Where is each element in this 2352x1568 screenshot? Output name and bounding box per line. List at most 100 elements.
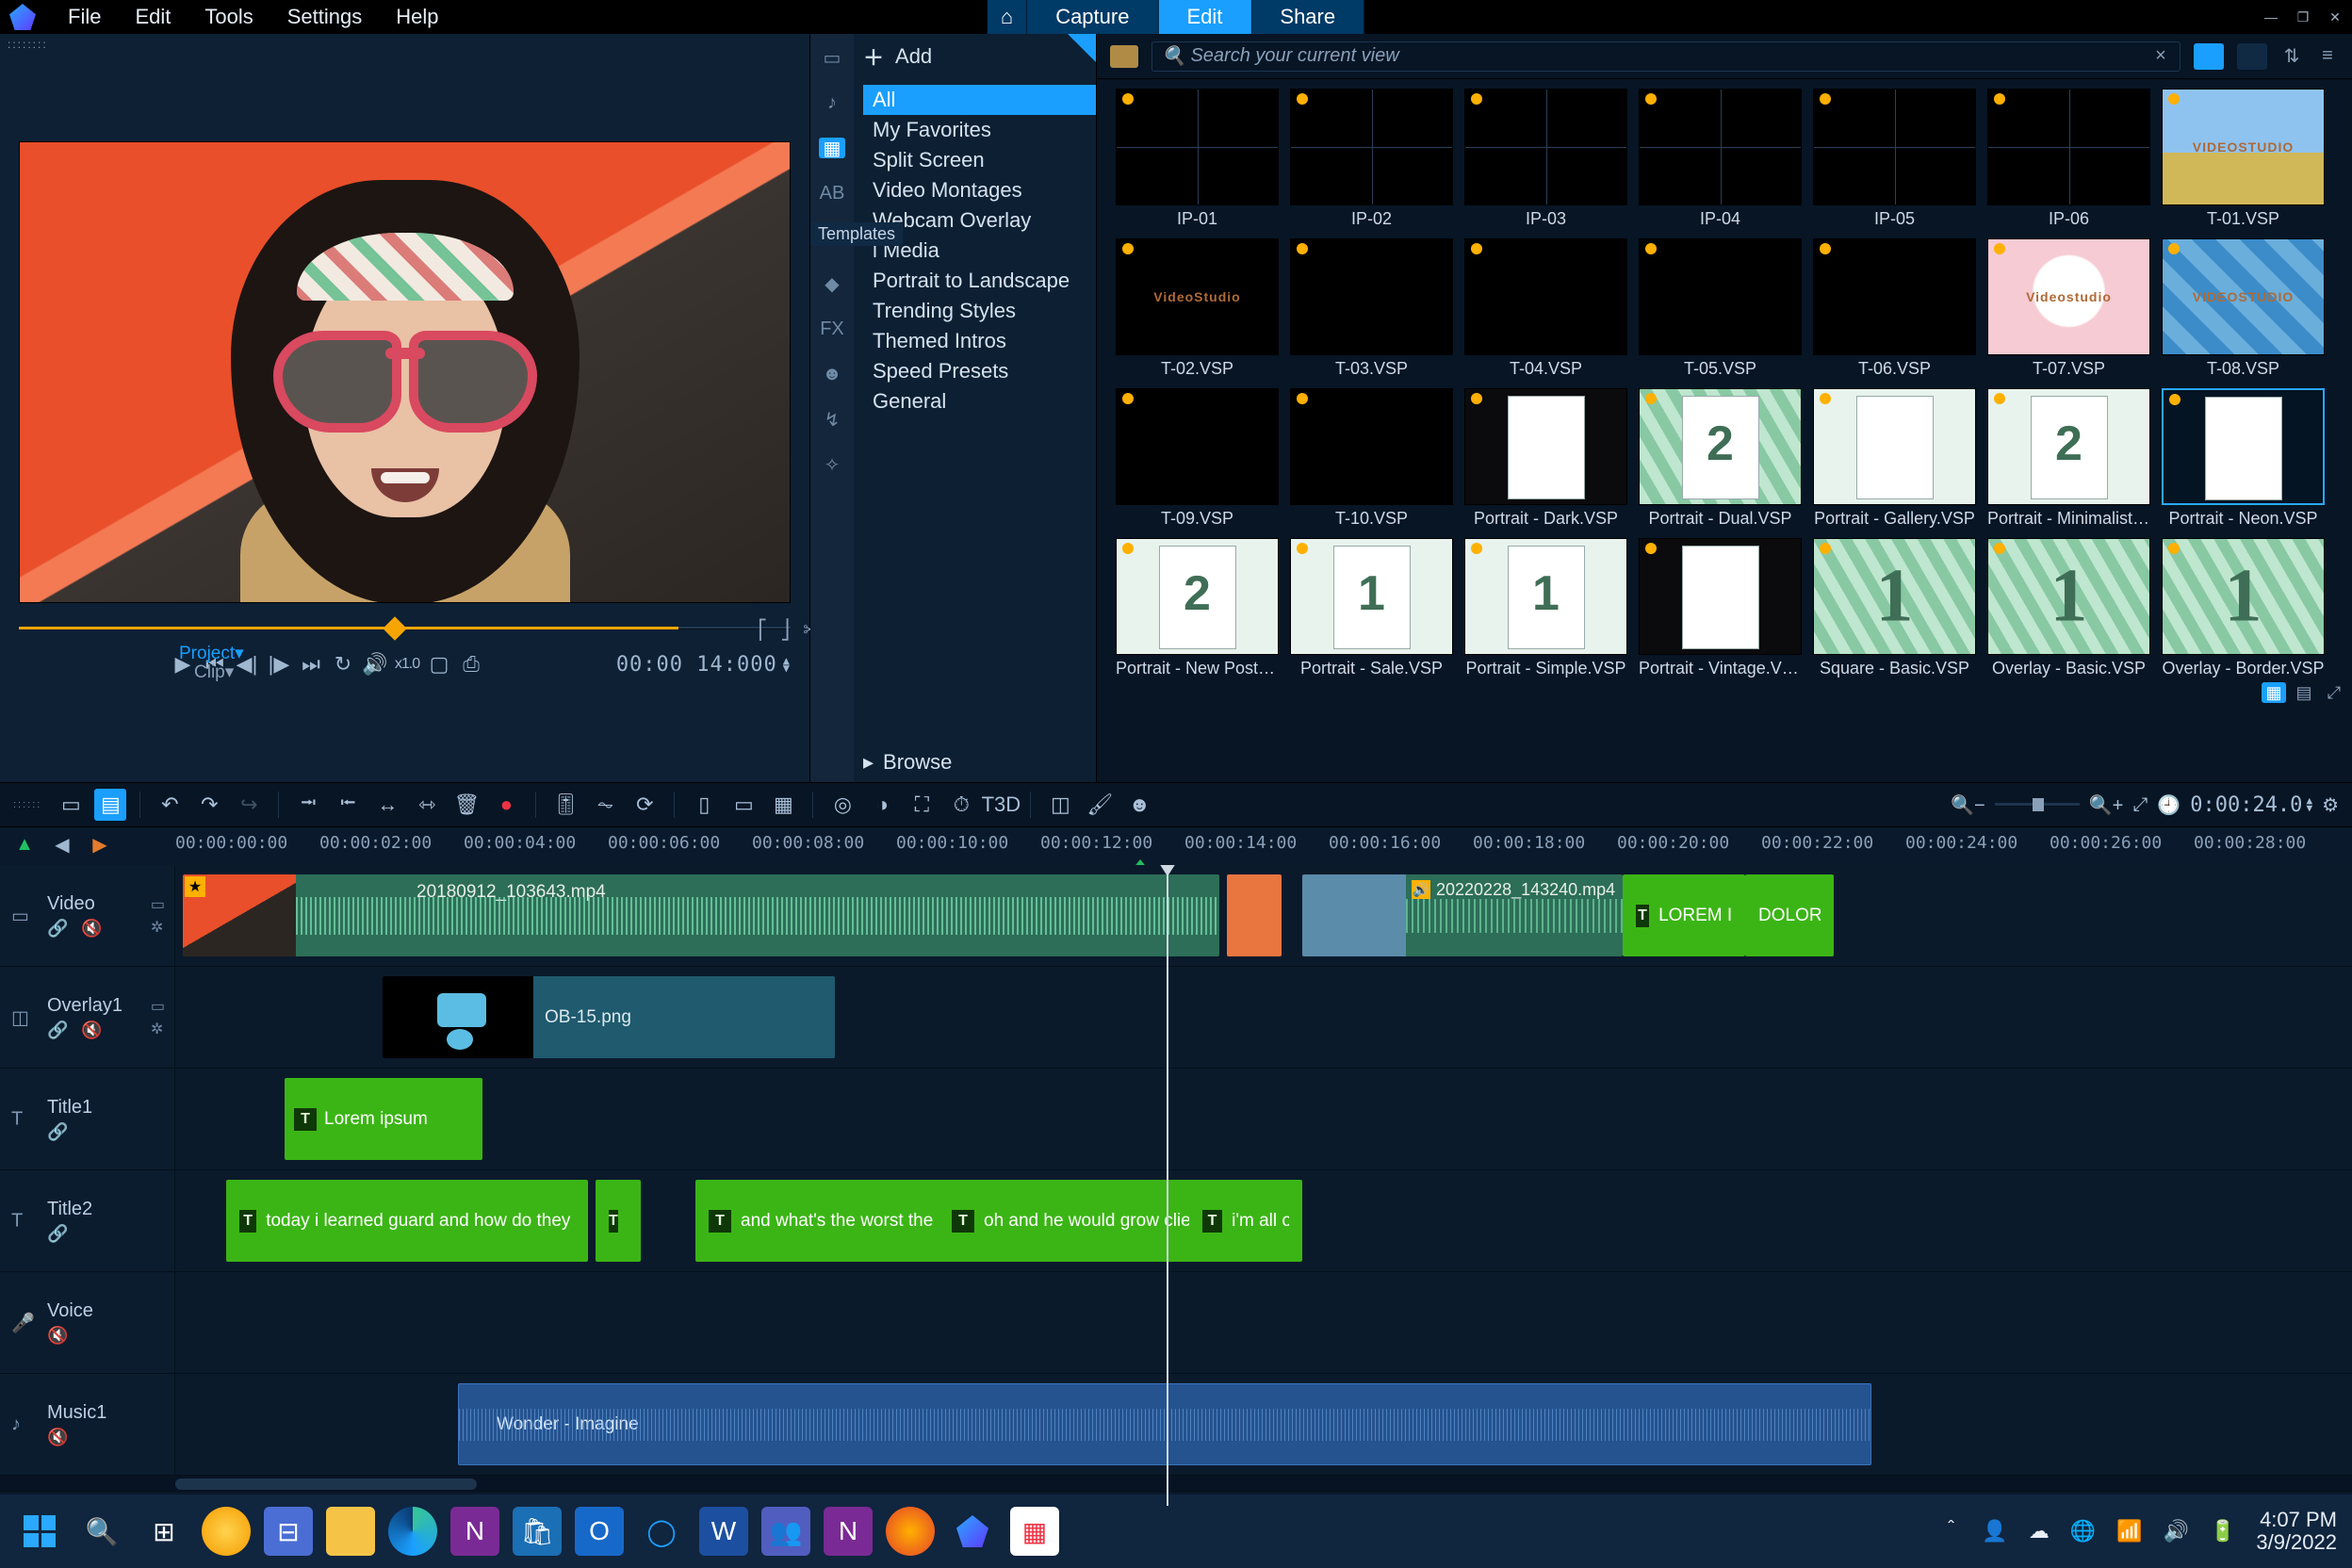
sidetab-audio-icon[interactable]: ♪ [819,92,845,113]
timeline-playhead[interactable] [1167,865,1168,1506]
library-item[interactable]: IP-06 [1987,89,2150,229]
taskbar-edge[interactable] [388,1507,437,1556]
view-list-button[interactable] [2237,43,2267,70]
category-item[interactable]: My Favorites [863,115,1096,145]
tray-volume-icon[interactable]: 🔊 [2164,1519,2189,1544]
lib-footer-expand[interactable]: ⤢ [2322,682,2346,703]
clip-overlay[interactable]: OB-15.png [383,976,835,1058]
snapshot-button[interactable]: ⎙ [456,650,486,678]
library-item[interactable]: Portrait - Dark.VSP [1464,388,1627,529]
category-item[interactable]: Video Montages [863,175,1096,205]
ruler-next-marker[interactable]: ▶ [89,833,111,856]
library-item[interactable]: 1Portrait - Sale.VSP [1290,538,1453,678]
library-item[interactable]: T-03.VSP [1290,238,1453,379]
clip-title1[interactable]: TLorem ipsum [285,1078,482,1160]
window-close[interactable]: ✕ [2324,8,2346,26]
sidetab-templates-icon[interactable]: ▦ [819,138,845,158]
zoom-slider[interactable] [1995,803,2080,807]
tool-storyboard[interactable]: ▭ [55,789,87,821]
tool-subtitle[interactable]: ▭ [727,789,760,821]
track-lock-icon[interactable]: ▭ [151,895,165,914]
library-item[interactable]: 1Overlay - Basic.VSP [1987,538,2150,678]
category-item[interactable]: Split Screen [863,145,1096,175]
sidetab-face-icon[interactable]: ☻ [819,364,845,384]
sidetab-fx-icon[interactable]: FX [819,318,845,339]
tool-autonorm[interactable]: ⏦ [589,789,621,821]
sort-button[interactable]: ⇅ [2280,44,2303,68]
library-item[interactable]: IP-05 [1813,89,1976,229]
loop-button[interactable]: ↻ [328,650,358,678]
clip-video-1[interactable]: ★ 20180912_103643.mp4 [183,874,1219,956]
mode-clip[interactable]: Clip▾ [194,662,234,683]
taskbar-word[interactable]: W [699,1507,748,1556]
taskbar-firefox[interactable] [886,1507,935,1556]
menu-help[interactable]: Help [396,5,438,29]
tool-face-fx[interactable]: ☻ [1123,789,1155,821]
library-item[interactable]: IP-02 [1290,89,1453,229]
tray-clock[interactable]: 4:07 PM 3/9/2022 [2256,1509,2337,1554]
view-grid-button[interactable] [2194,43,2224,70]
menu-tools[interactable]: Tools [204,5,253,29]
tool-motion[interactable]: ⟳ [629,789,661,821]
sidetab-transitions-icon[interactable]: AB [819,183,845,204]
tool-split-screen[interactable]: ◫ [1044,789,1076,821]
duration-stepper[interactable]: ▲▼ [2306,797,2312,812]
library-item[interactable]: 2Portrait - Dual.VSP [1639,388,1802,529]
tool-markin[interactable]: ⭲ [292,789,324,821]
lib-footer-grid[interactable]: ▦ [2262,682,2286,703]
library-item[interactable]: T-09.VSP [1116,388,1279,529]
tray-wifi-icon[interactable]: 📶 [2116,1519,2142,1544]
hd-button[interactable]: ▢ [424,650,454,678]
library-item[interactable]: VIDEOSTUDIOT-01.VSP [2162,89,2325,229]
clip-title2-a[interactable]: Ttoday i learned guard and how do they m… [226,1180,588,1262]
taskbar-store[interactable]: 🛍 [513,1507,562,1556]
library-item[interactable]: 1Square - Basic.VSP [1813,538,1976,678]
clip-title-lorem[interactable]: TLOREM IPSUM [1623,874,1745,956]
tool-mixer[interactable]: 🎚 [549,789,581,821]
tc-stepper[interactable]: ▲▼ [783,657,791,672]
taskbar-cortana[interactable]: ◯ [637,1507,686,1556]
library-item[interactable]: Portrait - Neon.VSP [2162,388,2325,529]
mute-button[interactable]: 🔊 [360,650,390,678]
ruler-add-marker[interactable]: ▲ [13,833,36,856]
clear-search-icon[interactable]: × [2151,45,2170,67]
library-item[interactable]: Portrait - Gallery.VSP [1813,388,1976,529]
zoom-in-icon[interactable]: 🔍+ [2089,793,2124,817]
tool-undo[interactable]: ↶ [154,789,186,821]
panel-grip[interactable]: :::::::: [0,34,809,57]
taskbar-onenote2[interactable]: N [824,1507,873,1556]
window-minimize[interactable]: — [2260,8,2282,26]
clip-title2-b[interactable]: Ti [596,1180,641,1262]
tool-delete[interactable]: 🗑 [450,789,482,821]
tool-painting[interactable]: 🖌 [1084,789,1116,821]
taskbar-search[interactable]: 🔍 [77,1507,126,1556]
toolstrip-settings-icon[interactable]: ⚙ [2322,793,2339,817]
track-mute-icon[interactable]: 🔇 [81,919,102,939]
tray-onedrive-icon[interactable]: ☁ [2029,1519,2050,1544]
tab-capture[interactable]: Capture [1027,0,1158,34]
library-search[interactable]: 🔍 Search your current view × [1152,41,2180,72]
clip-color-fill[interactable] [1227,874,1282,956]
zoom-out-icon[interactable]: 🔍− [1951,793,1985,817]
library-item[interactable]: VideostudioT-07.VSP [1987,238,2150,379]
menu-edit[interactable]: Edit [135,5,171,29]
tab-home[interactable]: ⌂ [988,0,1027,34]
tool-time-remap[interactable]: ⏱ [945,789,977,821]
playback-speed[interactable]: x1.0 [392,650,422,678]
category-item[interactable]: Trending Styles [863,296,1096,326]
toolstrip-grip[interactable]: :::::: [13,799,41,810]
menu-settings[interactable]: Settings [287,5,363,29]
category-item[interactable]: Speed Presets [863,356,1096,386]
mark-in-icon[interactable]: ⎡ [758,618,767,642]
sidetab-media-icon[interactable]: ▭ [819,47,845,68]
sidetab-graphics-icon[interactable]: ◆ [819,273,845,294]
import-folder-icon[interactable] [1110,45,1138,68]
fit-timeline-icon[interactable]: ⤢ [2132,794,2148,816]
library-item[interactable]: IP-01 [1116,89,1279,229]
clip-title2-e[interactable]: Ti'm all of [1189,1180,1302,1262]
library-item[interactable]: VideoStudioT-02.VSP [1116,238,1279,379]
taskbar-calendar[interactable]: ▦ [1010,1507,1059,1556]
library-item[interactable]: 2Portrait - Minimalist.VSP [1987,388,2150,529]
tool-slide[interactable]: ⇿ [411,789,443,821]
library-item[interactable]: 2Portrait - New Post.VSP [1116,538,1279,678]
